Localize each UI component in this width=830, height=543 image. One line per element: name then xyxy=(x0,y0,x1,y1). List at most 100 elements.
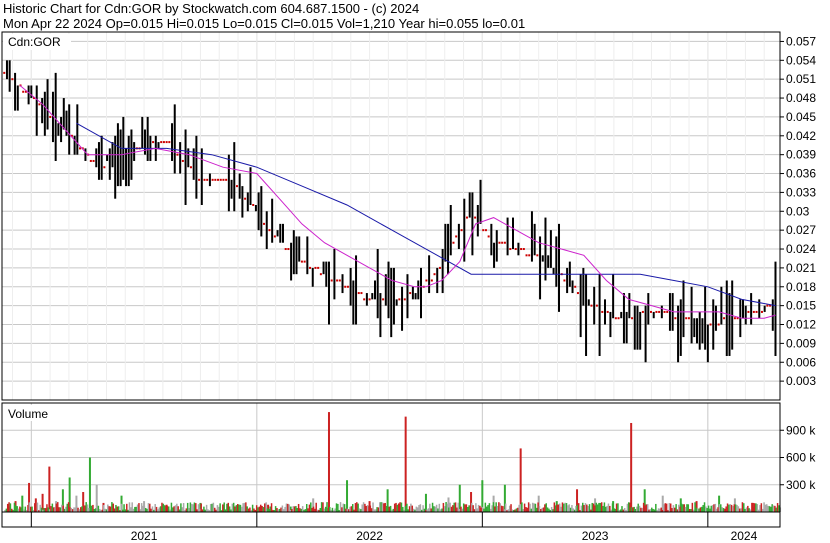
price-dot xyxy=(79,147,82,150)
price-dot xyxy=(222,178,225,181)
volume-bar-small xyxy=(452,505,454,512)
volume-bar-small xyxy=(491,505,493,512)
volume-tick-label: 900 k xyxy=(786,423,816,437)
volume-bar-small xyxy=(536,507,538,512)
price-dot xyxy=(3,71,6,74)
volume-bar-small xyxy=(740,508,742,512)
volume-bar-small xyxy=(351,504,354,512)
volume-bar-small xyxy=(180,503,182,512)
volume-bar-small xyxy=(720,504,722,512)
volume-bar-small xyxy=(588,504,591,512)
volume-bar-small xyxy=(315,502,317,512)
volume-bar-small xyxy=(517,507,519,512)
price-tick-label: 0.003 xyxy=(786,374,816,388)
volume-bar-small xyxy=(714,503,717,512)
price-dot xyxy=(433,273,436,276)
volume-bar-small xyxy=(663,504,665,512)
volume-bar-small xyxy=(159,506,162,512)
volume-bar-small xyxy=(166,506,169,512)
volume-bar-small xyxy=(523,503,526,512)
volume-bar-small xyxy=(483,508,485,512)
volume-bar-small xyxy=(362,502,365,512)
price-tick-label: 0.024 xyxy=(786,242,816,256)
volume-bar-small xyxy=(238,504,240,512)
volume-bar-small xyxy=(529,503,531,512)
volume-bar-small xyxy=(67,502,70,512)
volume-bar-small xyxy=(556,504,558,512)
volume-bar-small xyxy=(605,506,607,512)
volume-bar-small xyxy=(594,505,596,512)
volume-bar-small xyxy=(457,502,460,512)
volume-bar-small xyxy=(200,503,202,512)
volume-bar-small xyxy=(81,506,83,512)
volume-bar-small xyxy=(499,503,501,512)
volume-bar-small xyxy=(771,504,773,512)
volume-bar-small xyxy=(147,503,150,512)
volume-bar-small xyxy=(36,502,39,512)
volume-bar-small xyxy=(205,504,208,512)
volume-bar-small xyxy=(699,507,702,512)
price-tick-label: 0.051 xyxy=(786,72,816,86)
price-dot xyxy=(687,317,690,320)
volume-bar-small xyxy=(518,504,520,512)
volume-bar-small xyxy=(582,502,584,512)
price-dot xyxy=(165,141,168,144)
price-dot xyxy=(303,260,306,263)
volume-bar-small xyxy=(683,504,685,512)
volume-bar-small xyxy=(109,506,112,512)
volume-bar-small xyxy=(154,504,156,512)
price-dot xyxy=(425,279,428,282)
price-tick-label: 0.036 xyxy=(786,167,816,181)
price-dot xyxy=(206,178,209,181)
volume-bar-small xyxy=(453,502,455,512)
volume-bar-small xyxy=(85,502,87,512)
volume-bar-small xyxy=(97,505,100,512)
volume-bar-small xyxy=(245,502,247,512)
volume-bar-small xyxy=(664,503,667,512)
volume-bar xyxy=(630,422,633,512)
price-dot xyxy=(563,279,566,282)
price-dot xyxy=(766,304,769,307)
volume-bar-small xyxy=(684,506,687,512)
volume-bar-small xyxy=(357,503,359,512)
volume-bar-small xyxy=(395,502,397,512)
volume-bar-small xyxy=(301,506,304,512)
price-dot xyxy=(438,266,441,269)
price-dot xyxy=(733,317,736,320)
volume-bar-small xyxy=(427,508,430,512)
volume-bar-small xyxy=(89,505,91,512)
volume-bar-small xyxy=(227,502,230,512)
volume-bar-small xyxy=(52,507,55,512)
volume-bar-small xyxy=(39,504,41,512)
volume-bar-small xyxy=(228,506,231,512)
volume-bar-small xyxy=(90,505,93,512)
price-dot xyxy=(503,241,506,244)
volume-bar-small xyxy=(182,503,185,512)
volume-bar-small xyxy=(255,505,258,512)
volume-bar-small xyxy=(767,505,769,512)
volume-bar-small xyxy=(644,505,646,512)
volume-bar-small xyxy=(454,502,457,512)
price-tick-label: 0.054 xyxy=(786,53,816,67)
volume-bar-small xyxy=(611,503,614,512)
volume-bar-small xyxy=(736,504,738,512)
volume-bar-small xyxy=(131,502,133,512)
volume-bar-small xyxy=(257,507,259,512)
volume-bar-small xyxy=(88,507,90,512)
volume-bar-small xyxy=(678,504,680,512)
volume-bar-small xyxy=(450,506,453,512)
volume-bar-small xyxy=(703,502,706,512)
volume-bar-small xyxy=(115,504,117,512)
price-dot xyxy=(203,178,206,181)
volume-bar-small xyxy=(242,503,244,512)
volume-bar-small xyxy=(75,505,78,512)
volume-bar-small xyxy=(734,504,737,512)
volume-tick-label: 300 k xyxy=(786,478,816,492)
volume-bar-small xyxy=(462,503,465,512)
volume-bar-small xyxy=(144,507,147,512)
volume-bar-small xyxy=(113,508,116,512)
volume-bar-small xyxy=(545,503,547,512)
volume-bar-small xyxy=(335,503,338,512)
volume-bar-small xyxy=(381,502,384,512)
volume-bar-small xyxy=(320,502,323,512)
